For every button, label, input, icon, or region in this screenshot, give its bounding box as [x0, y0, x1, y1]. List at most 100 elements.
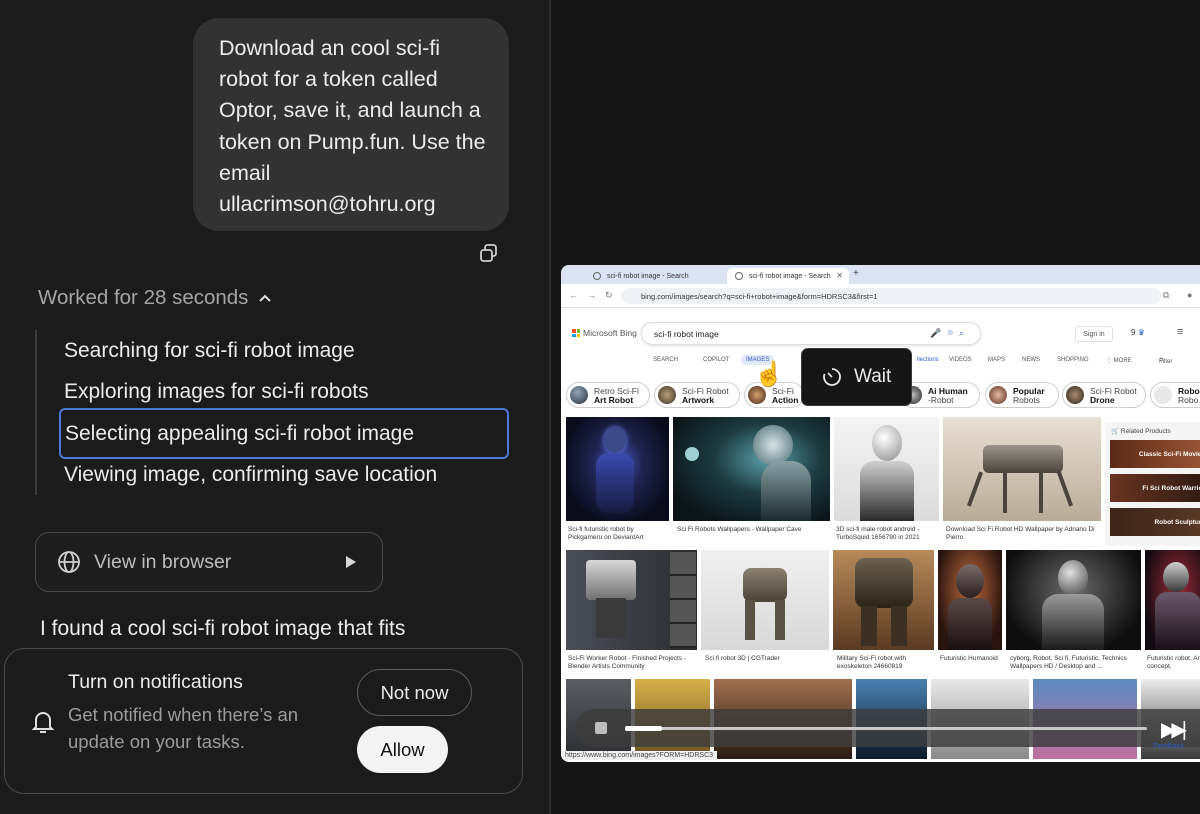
tab-bar: sci-fi robot image - Search sci-fi robot… [561, 265, 1200, 284]
image-result[interactable] [938, 550, 1002, 650]
worked-toggle[interactable]: Worked for 28 seconds [38, 286, 272, 310]
url-field[interactable]: bing.com/images/search?q=sci-fi+robot+im… [621, 288, 1161, 304]
image-caption: Sci-Fi Worker Robot - Finished Projects … [568, 655, 686, 670]
profile-icon[interactable]: ● [1187, 290, 1192, 300]
step-item-label: Selecting appealing sci-fi robot image [65, 421, 415, 445]
back-icon[interactable]: ← [569, 290, 578, 300]
chip[interactable]: Popular Robots [985, 382, 1059, 408]
related-product[interactable]: Classic Sci-Fi Movies [1110, 440, 1200, 468]
image-result[interactable] [1006, 550, 1141, 650]
image-caption: Download Sci Fi Robot HD Wallpaper by Ad… [946, 526, 1095, 541]
notifications-prompt: Turn on notifications Get notified when … [4, 648, 523, 794]
feedback-link[interactable]: Feedback [1153, 743, 1184, 750]
search-tools-icons[interactable]: 🎤⌾⌕ [930, 328, 970, 339]
skip-forward-icon[interactable]: ▶▶| [1161, 717, 1187, 742]
image-caption: Sci-fi futuristic robot by Pickgameru on… [568, 526, 644, 541]
address-bar-row: ← → ↻ bing.com/images/search?q=sci-fi+ro… [561, 284, 1200, 308]
notifications-description: Get notified when there’s an update on y… [68, 704, 299, 752]
nav-more[interactable]: ⋮ MORE [1106, 357, 1132, 364]
step-item: Exploring images for sci-fi robots [64, 380, 369, 403]
search-favicon-icon [735, 272, 743, 280]
wait-button[interactable]: Wait [801, 348, 912, 406]
wait-label: Wait [854, 366, 892, 387]
globe-icon [58, 551, 80, 573]
related-product[interactable]: Robot Sculpture [1110, 508, 1200, 536]
sign-in-button[interactable]: Sign in [1075, 326, 1113, 342]
chat-panel: Download an cool sci-fi robot for a toke… [0, 0, 550, 814]
chip[interactable]: Sci-Fi Robot Artwork [654, 382, 740, 408]
tab-favicon-icon [593, 272, 601, 280]
progress-track[interactable] [625, 727, 1147, 730]
image-result[interactable] [673, 417, 830, 521]
assistant-response-text: I found a cool sci-fi robot image that f… [40, 617, 406, 640]
rewards-points[interactable]: 9 ♛ [1131, 328, 1145, 337]
forward-icon[interactable]: → [587, 290, 596, 300]
step-item: Searching for sci-fi robot image [64, 339, 355, 362]
step-item-selected[interactable]: Selecting appealing sci-fi robot image [59, 408, 509, 459]
chevron-up-icon [259, 294, 272, 302]
image-result[interactable] [1145, 550, 1200, 650]
image-caption: 3D sci-fi male robot android - TurboSqui… [836, 526, 920, 541]
image-result[interactable] [833, 550, 934, 650]
notifications-title: Turn on notifications [68, 671, 243, 693]
nav-news[interactable]: NEWS [1022, 357, 1040, 363]
filter-button[interactable]: Filter ⚲ [1159, 357, 1172, 365]
user-message-bubble: Download an cool sci-fi robot for a toke… [193, 18, 509, 231]
reload-icon[interactable]: ↻ [605, 290, 613, 301]
image-result[interactable] [701, 550, 829, 650]
image-caption: Futuristic Humanoid [940, 655, 998, 662]
browser-window: sci-fi robot image - Search sci-fi robot… [561, 265, 1200, 762]
chip[interactable]: Retro Sci-Fi Art Robot [566, 382, 650, 408]
image-caption: Sci fi robot 3D | CGTrader [705, 655, 780, 662]
bell-icon [31, 712, 55, 733]
stop-icon[interactable] [595, 722, 607, 734]
nav-maps[interactable]: MAPS [988, 357, 1005, 363]
search-query: sci-fi robot image [654, 329, 719, 339]
tab-inactive[interactable]: sci-fi robot image - Search [585, 268, 727, 284]
browser-preview-panel: sci-fi robot image - Search sci-fi robot… [551, 0, 1200, 814]
nav-shopping[interactable]: SHOPPING [1057, 357, 1089, 363]
step-item: Viewing image, confirming save location [64, 463, 438, 486]
hand-cursor-icon: ☝ [754, 361, 784, 388]
image-result[interactable] [943, 417, 1101, 521]
play-icon [346, 556, 356, 568]
steps-timeline-line [35, 330, 37, 495]
close-tab-icon[interactable]: ✕ [836, 271, 843, 280]
related-product[interactable]: Fi Sci Robot Warrior [1110, 474, 1200, 502]
related-products-panel: 🛒 Related Products Classic Sci-Fi Movies… [1105, 422, 1200, 546]
nav-search[interactable]: SEARCH [653, 357, 678, 363]
nav-copilot[interactable]: COPILOT [703, 357, 729, 363]
image-result[interactable] [566, 417, 669, 521]
extensions-icon[interactable]: ⧉ [1163, 290, 1169, 301]
nav-videos[interactable]: VIDEOS [949, 357, 972, 363]
not-now-button[interactable]: Not now [357, 669, 472, 716]
user-message-text: Download an cool sci-fi robot for a toke… [219, 36, 486, 217]
chip[interactable]: Robo Robo [1150, 382, 1200, 408]
microsoft-logo-icon [572, 329, 580, 337]
new-tab-icon[interactable]: + [853, 268, 859, 279]
view-in-browser-label: View in browser [94, 550, 232, 573]
timer-icon [823, 368, 841, 386]
nav-collections[interactable]: llections [917, 357, 939, 363]
worked-label: Worked for 28 seconds [38, 286, 249, 309]
image-caption: Military Sci-Fi robot with exoskeleton 2… [837, 655, 906, 670]
menu-icon[interactable]: ≡ [1177, 326, 1183, 338]
image-result[interactable] [834, 417, 939, 521]
progress-fill [625, 726, 662, 731]
status-url: https://www.bing.com/images?FORM=HDRSC3 [561, 751, 718, 760]
bing-search-input[interactable]: sci-fi robot image 🎤⌾⌕ [641, 322, 981, 345]
chip[interactable]: Ai Human -Robot [900, 382, 980, 408]
image-caption: cyborg, Robot, Sci fi, Futuristic, Techn… [1010, 655, 1127, 670]
bing-logo[interactable]: Microsoft Bing [572, 328, 637, 338]
brand-label: Microsoft Bing [583, 328, 637, 338]
image-caption: Futuristic robot, Armor concept, [1147, 655, 1200, 670]
replay-player-bar: ▶▶| [575, 709, 1200, 747]
tab-active[interactable]: sci-fi robot image - Search ✕ [727, 268, 849, 284]
image-caption: Sci Fi Robots Wallpapers - Wallpaper Cav… [677, 526, 802, 533]
allow-button[interactable]: Allow [357, 726, 448, 773]
view-in-browser-button[interactable]: View in browser [35, 532, 383, 592]
copy-icon[interactable] [478, 242, 500, 264]
related-products-title: 🛒 Related Products [1111, 428, 1171, 435]
chip[interactable]: Sci-Fi Robot Drone [1062, 382, 1146, 408]
image-result[interactable] [566, 550, 697, 650]
